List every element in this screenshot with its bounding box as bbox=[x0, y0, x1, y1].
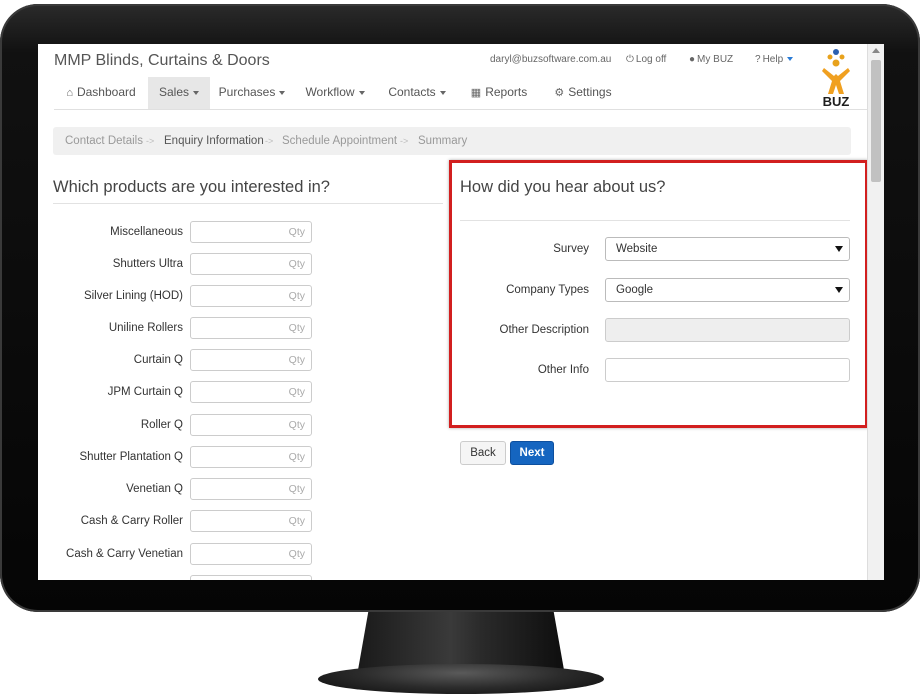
chevron-down-icon bbox=[439, 90, 446, 95]
other-description-input bbox=[605, 318, 850, 342]
crumb-summary[interactable]: Summary bbox=[418, 127, 467, 155]
nav-reports[interactable]: ▦ Reports bbox=[464, 77, 534, 109]
qty-input-miscellaneous[interactable]: Qty bbox=[190, 221, 312, 243]
dropdown-arrow-icon bbox=[835, 246, 843, 252]
product-label-shutter-plantation-q: Shutter Plantation Q bbox=[79, 451, 183, 463]
main-nav: ⌂ Dashboard Sales Purchases Workflow Cont… bbox=[54, 77, 869, 110]
monitor-bezel: MMP Blinds, Curtains & Doors daryl@buzso… bbox=[0, 4, 920, 612]
nav-dashboard[interactable]: ⌂ Dashboard bbox=[54, 77, 148, 109]
product-label-cash-carry-roller: Cash & Carry Roller bbox=[80, 515, 183, 527]
scroll-thumb[interactable] bbox=[871, 60, 881, 182]
other-description-label: Other Description bbox=[499, 324, 589, 336]
survey-label: Survey bbox=[553, 243, 589, 255]
chevron-down-icon bbox=[193, 90, 200, 95]
other-info-input[interactable] bbox=[605, 358, 850, 382]
company-types-value: Google bbox=[616, 284, 654, 296]
nav-dashboard-label: Dashboard bbox=[76, 85, 136, 99]
nav-contacts[interactable]: Contacts bbox=[380, 77, 454, 109]
product-label-venetian-q: Venetian Q bbox=[126, 483, 183, 495]
product-label-uniline-rollers: Uniline Rollers bbox=[108, 322, 183, 334]
crumb-schedule-appointment[interactable]: Schedule Appointment bbox=[282, 127, 397, 155]
crumb-separator: -> bbox=[400, 136, 409, 146]
products-heading: Which products are you interested in? bbox=[53, 178, 330, 196]
dropdown-arrow-icon bbox=[835, 287, 843, 293]
qty-input-shutter-plantation-q[interactable]: Qty bbox=[190, 446, 312, 468]
nav-sales-label: Sales bbox=[158, 85, 190, 99]
qty-input-shutters-ultra[interactable]: Qty bbox=[190, 253, 312, 275]
crumb-separator: -> bbox=[146, 136, 155, 146]
nav-purchases[interactable]: Purchases bbox=[212, 77, 292, 109]
back-button[interactable]: Back bbox=[460, 441, 506, 465]
qty-input-jpm-curtain-q[interactable]: Qty bbox=[190, 381, 312, 403]
chevron-down-icon bbox=[358, 90, 365, 95]
products-divider bbox=[53, 203, 443, 204]
hear-about-divider bbox=[460, 220, 850, 221]
app-title: MMP Blinds, Curtains & Doors bbox=[54, 52, 270, 69]
my-buz-label: My BUZ bbox=[697, 54, 734, 65]
product-label-silver-lining: Silver Lining (HOD) bbox=[83, 290, 183, 302]
product-label-jpm-curtain-q: JPM Curtain Q bbox=[107, 386, 183, 398]
log-off-label: Log off bbox=[635, 54, 667, 65]
product-label-miscellaneous: Miscellaneous bbox=[110, 226, 183, 238]
product-label-cash-carry-venetian: Cash & Carry Venetian bbox=[66, 548, 183, 560]
crumb-enquiry-information: Enquiry Information bbox=[164, 135, 264, 147]
vertical-scrollbar[interactable] bbox=[867, 44, 884, 580]
qty-input-uniline-rollers[interactable]: Qty bbox=[190, 317, 312, 339]
log-off-link[interactable]: ⏻ Log off bbox=[626, 54, 666, 65]
company-types-select[interactable]: Google bbox=[605, 278, 850, 302]
chevron-down-icon bbox=[279, 90, 286, 95]
qty-input-curtain-q[interactable]: Qty bbox=[190, 349, 312, 371]
qty-input-venetian-q[interactable]: Qty bbox=[190, 478, 312, 500]
qty-input-silver-lining[interactable]: Qty bbox=[190, 285, 312, 307]
nav-settings[interactable]: ⚙ Settings bbox=[548, 77, 618, 109]
user-email-link[interactable]: daryl@buzsoftware.com.au bbox=[490, 54, 611, 65]
product-label-curtain-q: Curtain Q bbox=[133, 354, 183, 366]
survey-select[interactable]: Website bbox=[605, 237, 850, 261]
monitor-stand-base bbox=[318, 664, 604, 694]
qty-input-partial[interactable] bbox=[190, 575, 312, 580]
gears-icon: ⚙ bbox=[554, 87, 565, 99]
crumb-separator: -> bbox=[265, 136, 274, 146]
qty-input-cash-carry-venetian[interactable]: Qty bbox=[190, 543, 312, 565]
crumb-contact-details[interactable]: Contact Details bbox=[65, 127, 143, 155]
user-icon: ● bbox=[689, 54, 696, 65]
help-label: Help bbox=[762, 54, 784, 65]
nav-reports-label: Reports bbox=[485, 85, 528, 99]
wizard-breadcrumb: Contact Details -> Enquiry Information -… bbox=[53, 127, 851, 155]
nav-workflow-label: Workflow bbox=[305, 85, 355, 99]
nav-purchases-label: Purchases bbox=[218, 85, 276, 99]
chart-icon: ▦ bbox=[470, 87, 482, 99]
nav-workflow[interactable]: Workflow bbox=[298, 77, 372, 109]
qty-input-cash-carry-roller[interactable]: Qty bbox=[190, 510, 312, 532]
product-label-roller-q: Roller Q bbox=[140, 419, 183, 431]
nav-contacts-label: Contacts bbox=[388, 85, 436, 99]
other-info-label: Other Info bbox=[537, 364, 589, 376]
hear-about-heading: How did you hear about us? bbox=[460, 178, 666, 196]
nav-settings-label: Settings bbox=[568, 85, 612, 99]
scroll-up-arrow-icon[interactable] bbox=[872, 48, 880, 53]
company-types-label: Company Types bbox=[506, 284, 589, 296]
next-button[interactable]: Next bbox=[510, 441, 554, 465]
my-buz-link[interactable]: ● My BUZ bbox=[689, 54, 733, 65]
product-label-shutters-ultra: Shutters Ultra bbox=[112, 258, 183, 270]
nav-sales[interactable]: Sales bbox=[148, 77, 210, 109]
app-screen: MMP Blinds, Curtains & Doors daryl@buzso… bbox=[38, 44, 884, 580]
help-menu[interactable]: ? Help bbox=[755, 54, 794, 65]
power-icon: ⏻ bbox=[626, 54, 634, 65]
survey-value: Website bbox=[616, 243, 658, 255]
qty-input-roller-q[interactable]: Qty bbox=[190, 414, 312, 436]
chevron-down-icon bbox=[787, 57, 794, 62]
question-icon: ? bbox=[755, 54, 761, 65]
home-icon: ⌂ bbox=[66, 87, 73, 99]
